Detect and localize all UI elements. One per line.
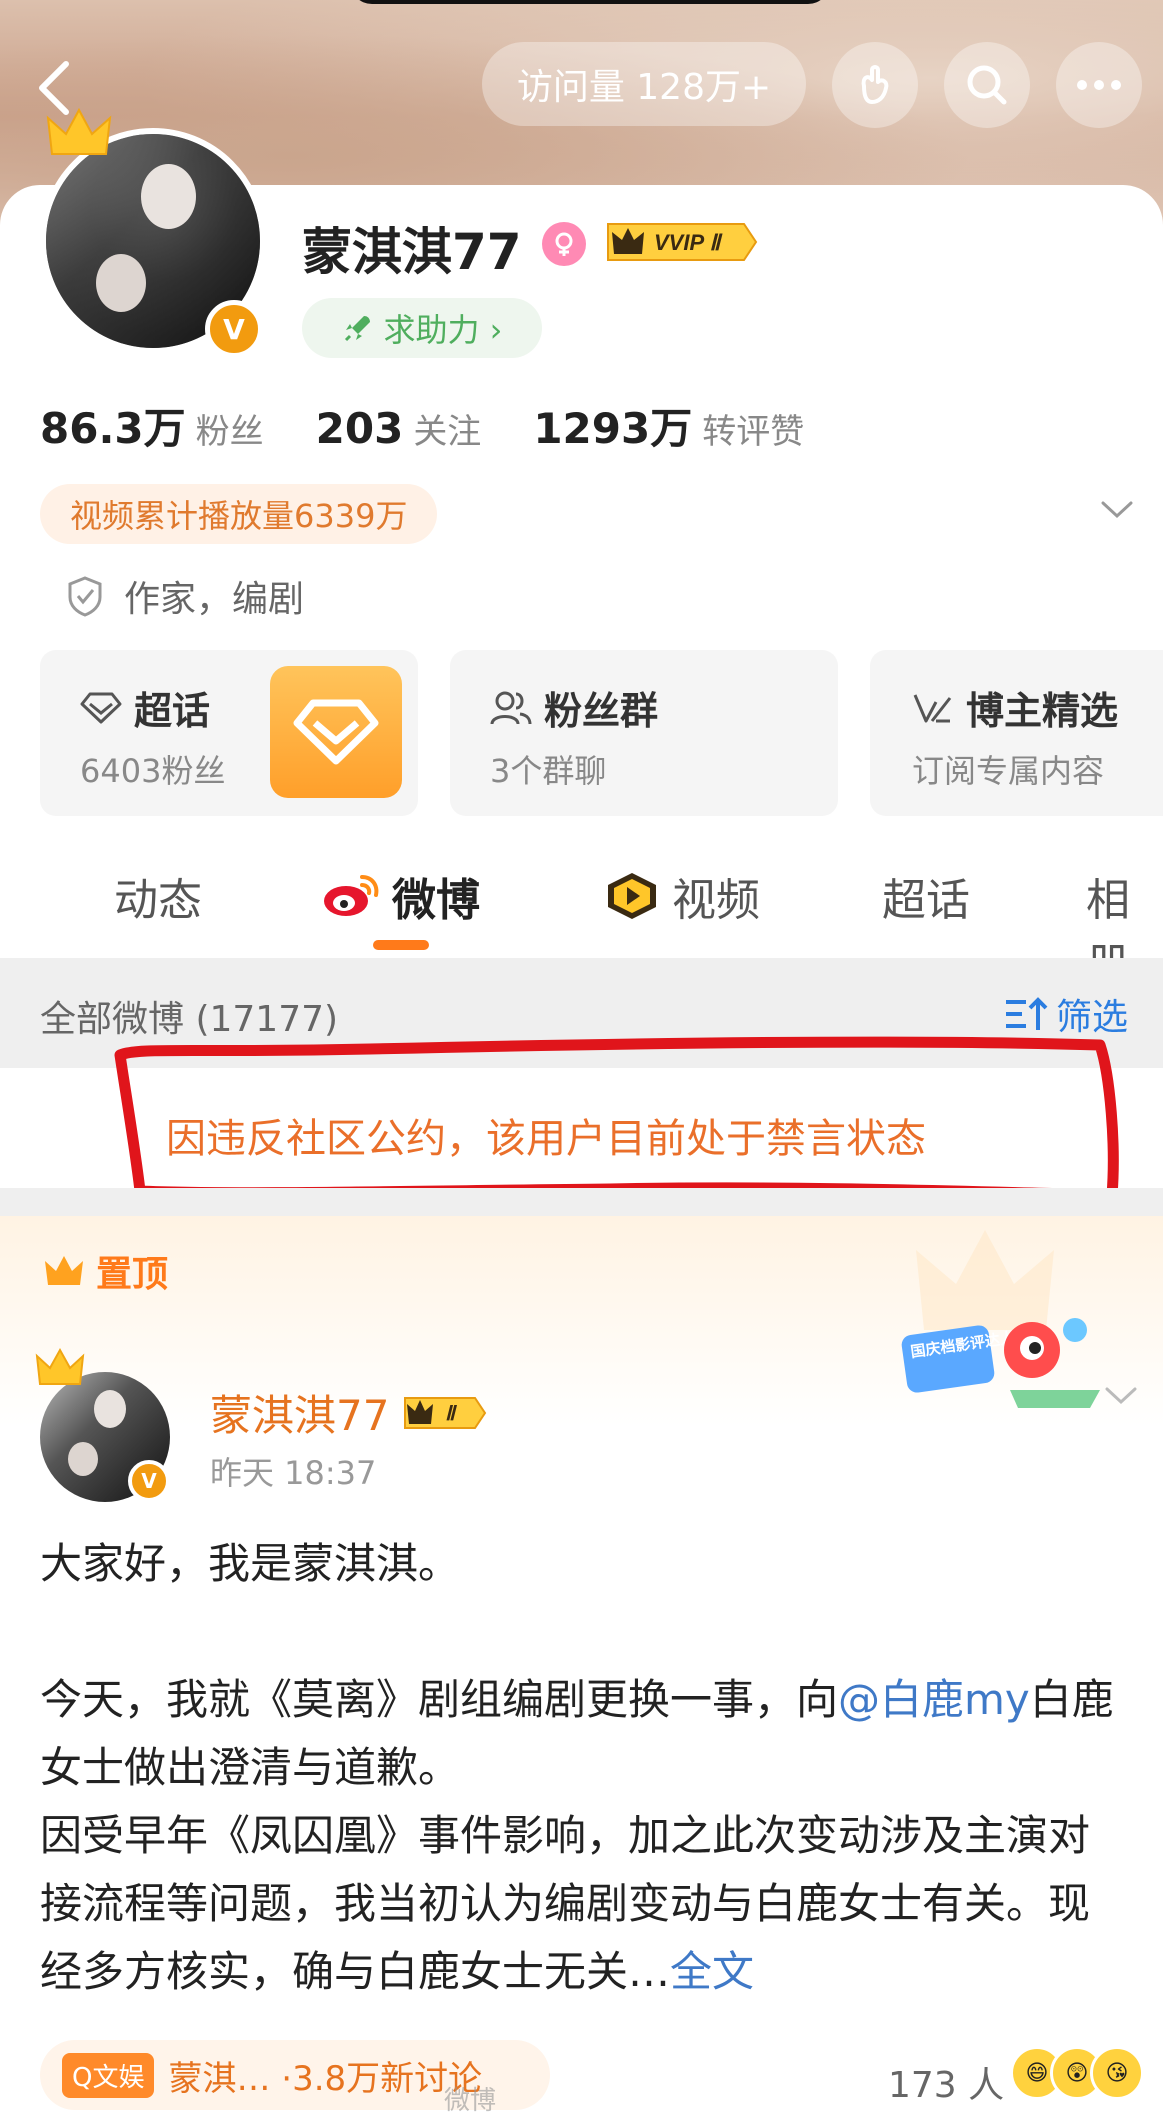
rocket-icon <box>344 316 370 342</box>
verified-badge-icon: V <box>128 1460 170 1502</box>
pinned-label: 置顶 <box>42 1245 168 1297</box>
reaction-emojis[interactable]: 😄 😲 😘 <box>1010 2046 1144 2100</box>
kiss-emoji-icon: 😘 <box>1090 2046 1144 2100</box>
stat-label: 粉丝 <box>195 412 264 452</box>
filter-button[interactable]: 筛选 <box>1004 988 1128 1040</box>
profile-username: 蒙淇淇77 <box>302 223 522 281</box>
feature-title: 粉丝群 <box>544 689 659 733</box>
post-paragraph: 因受早年《凤囚凰》事件影响，加之此次变动涉及主演对接流程等问题，我当初认为编剧变… <box>40 1802 1130 2006</box>
group-users-icon <box>490 691 532 724</box>
tab-video[interactable]: 视频 <box>604 864 760 928</box>
post-menu-chevron-icon[interactable] <box>1104 1386 1138 1410</box>
feature-card-blogger-picks[interactable]: 博主精选 订阅专属内容 <box>870 650 1163 816</box>
post-line: 大家好，我是蒙淇淇。 <box>40 1539 461 1588</box>
more-dots-icon <box>1077 80 1121 90</box>
weibo-logo-icon <box>324 875 379 916</box>
topic-tag: Q文娱 <box>62 2052 155 2098</box>
feature-title: 博主精选 <box>966 689 1119 733</box>
topic-text: 蒙淇… ·3.8万新讨论 <box>168 2058 483 2099</box>
vvip-label: VVIP Ⅱ <box>654 230 723 255</box>
reaction-count[interactable]: 173 人 <box>888 2056 1004 2108</box>
search-icon <box>967 65 1007 105</box>
search-button[interactable] <box>944 42 1030 128</box>
stat-label: 转评赞 <box>702 412 805 452</box>
stat-number: 203 <box>315 404 404 453</box>
active-tab-indicator <box>373 940 429 950</box>
visit-count-label: 访问量 128万+ <box>516 67 772 108</box>
vip-level-badge-icon: Ⅱ <box>404 1396 487 1429</box>
shield-check-icon <box>68 576 102 617</box>
read-more-link[interactable]: 全文 <box>670 1947 754 1996</box>
expand-chevron-down-icon[interactable] <box>1100 500 1134 524</box>
profile-tabs: 动态 微博 视频 超话 相册 <box>0 850 1163 990</box>
feature-card-fan-group[interactable]: 粉丝群 3个群聊 <box>450 650 838 816</box>
crown-icon <box>45 1256 83 1285</box>
tab-label: 超话 <box>882 875 970 926</box>
filter-sort-icon <box>1006 997 1048 1030</box>
feature-title: 超话 <box>134 689 211 733</box>
feature-subtitle: 6403粉丝 <box>80 752 226 790</box>
filter-label: 筛选 <box>1056 997 1129 1038</box>
help-boost-label: 求助力 › <box>383 311 503 349</box>
gift-button[interactable] <box>832 42 918 128</box>
post-paragraph: 今天，我就《莫离》剧组编剧更换一事，向@白鹿my白鹿女士做出澄清与道歉。 <box>40 1666 1130 1802</box>
tab-label: 微博 <box>392 875 480 926</box>
tab-label: 视频 <box>672 875 760 926</box>
occupation-text: 作家，编剧 <box>124 579 305 620</box>
crown-icon <box>34 1346 86 1394</box>
crown-icon <box>44 104 114 168</box>
diamond-icon <box>80 692 122 723</box>
tab-weibo[interactable]: 微博 <box>322 864 480 928</box>
tab-label: 动态 <box>114 875 202 926</box>
post-body[interactable]: 大家好，我是蒙淇淇。 今天，我就《莫离》剧组编剧更换一事，向@白鹿my白鹿女士做… <box>40 1530 1130 2006</box>
feature-subtitle: 订阅专属内容 <box>912 752 1105 790</box>
section-divider <box>0 1188 1163 1216</box>
feature-subtitle: 3个群聊 <box>490 752 607 790</box>
stat-followers[interactable]: 86.3万 粉丝 <box>40 395 264 456</box>
post-text: 因受早年《凤囚凰》事件影响，加之此次变动涉及主演对接流程等问题，我当初认为编剧变… <box>40 1811 1091 1996</box>
post-time: 昨天 18:37 <box>210 1454 377 1492</box>
mention-link[interactable]: @白鹿my <box>838 1675 1030 1724</box>
video-play-icon <box>608 873 656 919</box>
phone-notch <box>350 0 830 4</box>
watermark: 微博 <box>444 2086 497 2116</box>
more-button[interactable] <box>1056 42 1142 128</box>
post-author[interactable]: 蒙淇淇77 Ⅱ <box>210 1382 489 1443</box>
visit-count-pill[interactable]: 访问量 128万+ <box>482 42 806 126</box>
post-author-name: 蒙淇淇77 <box>210 1391 390 1440</box>
stat-number: 86.3万 <box>40 404 186 453</box>
post-text: 今天，我就《莫离》剧组编剧更换一事，向 <box>40 1675 839 1724</box>
supertopic-diamond-icon <box>270 666 402 798</box>
tab-supertopic[interactable]: 超话 <box>882 864 970 928</box>
stat-label: 关注 <box>413 412 482 452</box>
video-play-count: 视频累计播放量6339万 <box>70 497 408 535</box>
profile-stats: 86.3万 粉丝 203 关注 1293万 转评赞 <box>40 395 804 456</box>
feature-card-supertopic[interactable]: 超话 6403粉丝 <box>40 650 418 816</box>
v-pen-icon <box>913 693 952 722</box>
stat-following[interactable]: 203 关注 <box>316 404 482 453</box>
award-badge[interactable]: 国庆档影评达人 <box>900 1310 1100 1414</box>
help-boost-button[interactable]: 求助力 › <box>302 298 542 358</box>
video-play-count-pill[interactable]: 视频累计播放量6339万 <box>40 484 438 544</box>
vvip-badge[interactable]: VVIP Ⅱ <box>604 218 760 266</box>
female-gender-icon <box>542 222 586 266</box>
tab-feed[interactable]: 动态 <box>114 864 202 928</box>
pinned-text: 置顶 <box>96 1254 169 1295</box>
stat-interactions[interactable]: 1293万 转评赞 <box>533 395 804 456</box>
post-blank-line <box>40 1598 1130 1666</box>
red-highlight-annotation <box>114 1036 1119 1201</box>
occupation-row: 作家，编剧 <box>66 570 304 622</box>
hand-icon <box>861 65 889 104</box>
verified-badge-icon: V <box>205 300 263 358</box>
stat-number: 1293万 <box>533 404 693 453</box>
